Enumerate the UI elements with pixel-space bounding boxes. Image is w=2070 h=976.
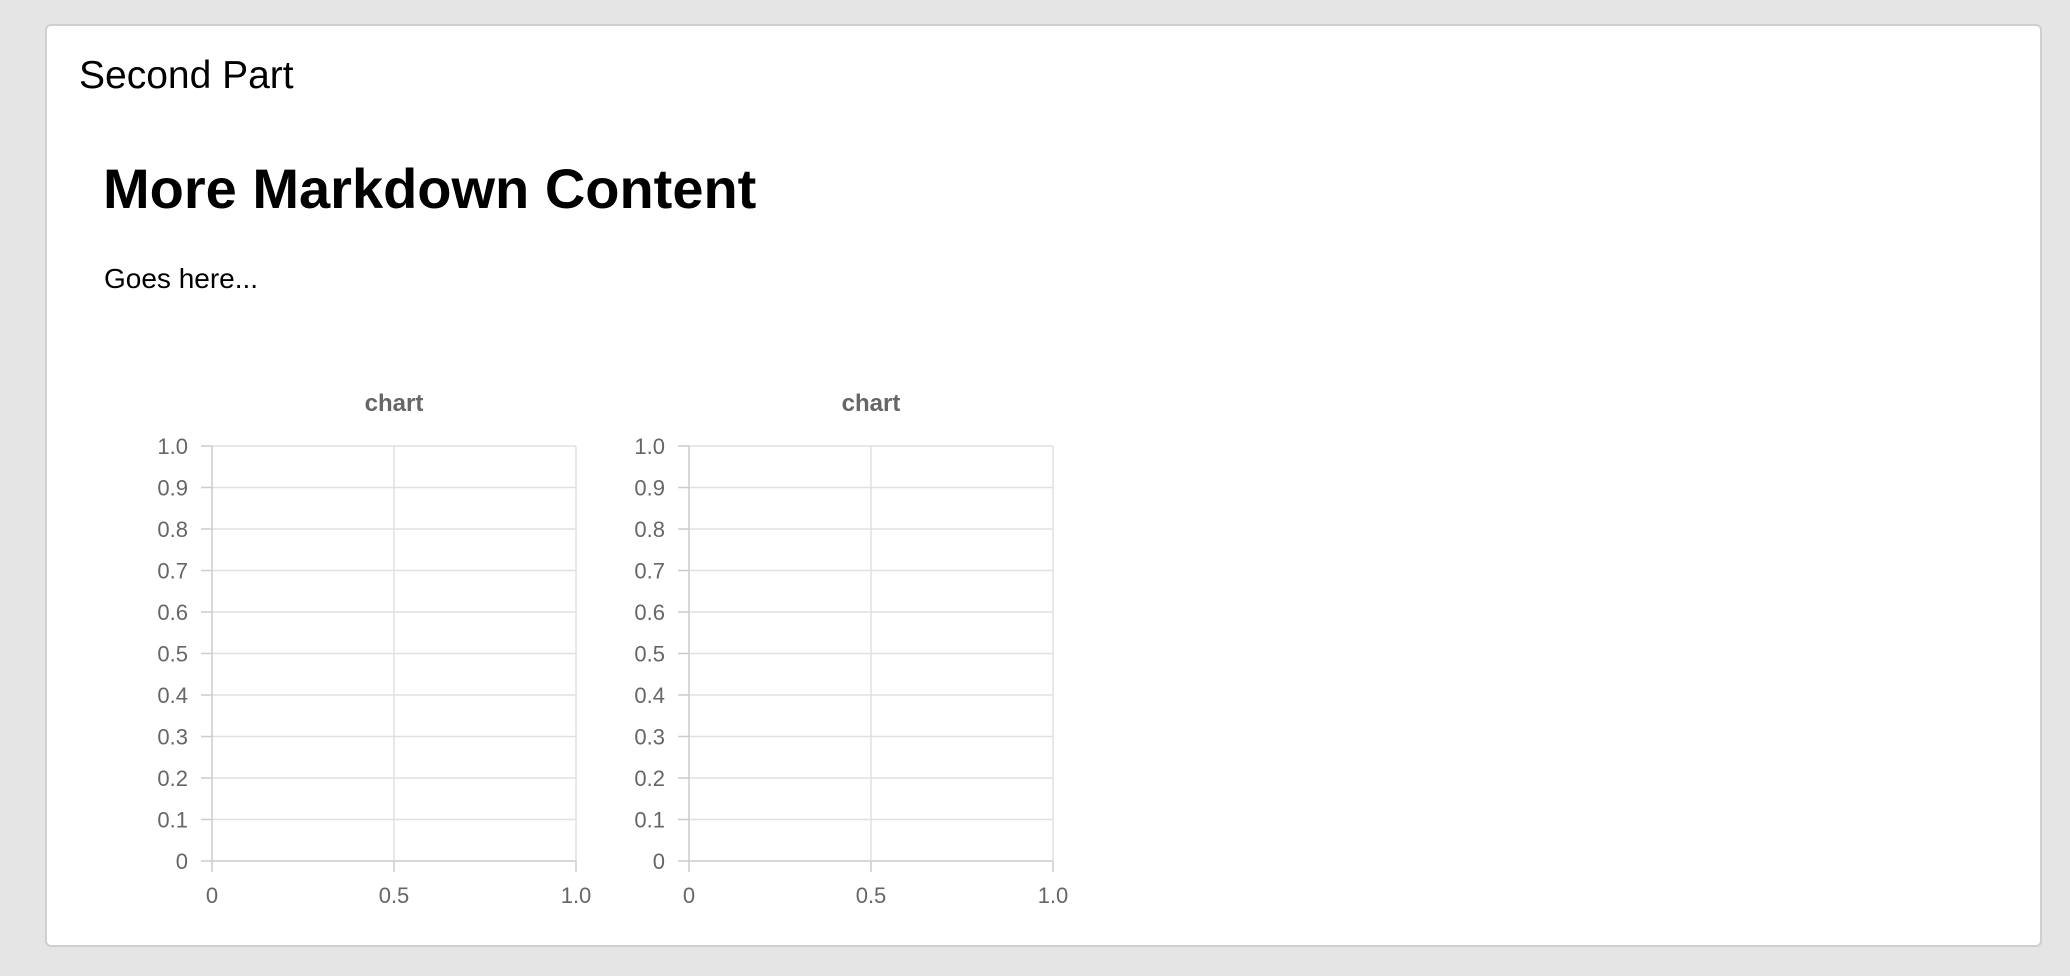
y-tick-label: 0.4 [157,683,188,708]
y-tick-label: 0.9 [157,476,188,501]
content-card: Second Part More Markdown Content Goes h… [45,24,2042,947]
y-tick-label: 0.6 [157,600,188,625]
x-tick-label: 1.0 [1038,883,1069,908]
y-tick-label: 1.0 [634,434,665,459]
y-tick-label: 1.0 [157,434,188,459]
markdown-heading: More Markdown Content [103,157,757,220]
chart-title: chart [842,390,901,417]
y-tick-label: 0.5 [634,642,665,667]
chart-1: chart 0 0.1 0.2 0.3 0.4 0.5 0.6 0.7 0.8 0.9 1.0 0 0.5… [157,390,591,908]
y-tick-label: 0.6 [634,600,665,625]
y-tick-label: 0.5 [157,642,188,667]
x-tick-label: 0 [683,883,695,908]
card-title: Second Part [79,54,294,97]
y-tick-label: 0.3 [157,725,188,750]
y-tick-label: 0.4 [634,683,665,708]
x-tick-label: 0.5 [856,883,887,908]
chart-2: chart 0 0.1 0.2 0.3 0.4 0.5 0.6 0.7 0.8 0.9 1.0 0 0.5… [634,390,1069,908]
y-tick-label: 0.2 [634,766,665,791]
y-tick-label: 0.1 [157,808,188,833]
y-tick-label: 0.3 [634,725,665,750]
y-tick-label: 0.7 [157,559,188,584]
y-tick-label: 0.8 [157,517,188,542]
y-tick-label: 0.1 [634,808,665,833]
y-tick-label: 0.2 [157,766,188,791]
y-tick-label: 0.9 [634,476,665,501]
x-tick-label: 0 [206,883,218,908]
chart-title: chart [365,390,424,417]
y-tick-label: 0 [653,849,665,874]
x-tick-label: 0.5 [379,883,410,908]
y-tick-label: 0 [176,849,188,874]
markdown-paragraph: Goes here... [104,263,259,294]
y-tick-label: 0.7 [634,559,665,584]
y-tick-label: 0.8 [634,517,665,542]
